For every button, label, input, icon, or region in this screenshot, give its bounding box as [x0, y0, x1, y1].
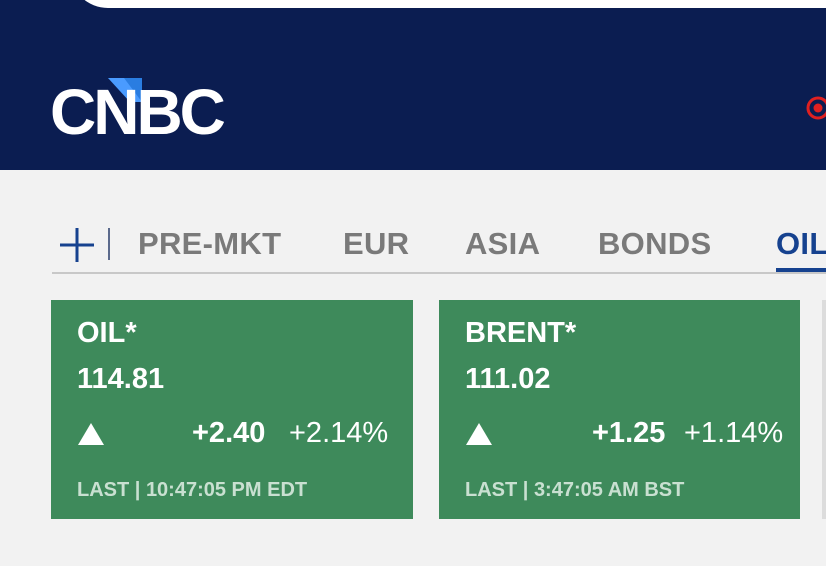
tab-divider: [108, 228, 110, 260]
quote-price: 114.81: [77, 363, 165, 395]
last-label: LAST: [465, 479, 518, 501]
tab-eur[interactable]: EUR: [343, 224, 409, 264]
quote-change-percent: +1.14%: [684, 417, 784, 449]
quote-change: +1.25: [592, 417, 666, 449]
tab-bonds[interactable]: BONDS: [598, 224, 711, 264]
tab-oil[interactable]: OIL: [776, 224, 826, 264]
add-tab-button[interactable]: [58, 226, 96, 264]
up-arrow-icon: [77, 422, 105, 446]
tab-asia[interactable]: ASIA: [465, 224, 540, 264]
plus-icon: [60, 228, 94, 262]
quote-card-oil[interactable]: OIL* 114.81 +2.40 +2.14% LAST | 10:47:05…: [51, 300, 413, 519]
up-arrow-icon: [465, 422, 493, 446]
quote-last-updated: LAST | 10:47:05 PM EDT: [77, 479, 308, 501]
peacock-logo-icon: CNBC: [50, 76, 228, 140]
quote-price: 111.02: [465, 363, 551, 395]
quote-last-updated: LAST | 3:47:05 AM BST: [465, 479, 685, 501]
last-time: 3:47:05 AM BST: [533, 479, 685, 501]
last-time: 10:47:05 PM EDT: [145, 479, 308, 501]
quote-card-brent[interactable]: BRENT* 111.02 +1.25 +1.14% LAST | 3:47:0…: [439, 300, 800, 519]
quote-change-percent: +2.14%: [289, 417, 389, 449]
site-header: CNBC: [0, 0, 826, 170]
quote-change: +2.40: [192, 417, 266, 449]
app-root: CNBC PRE-MKT EUR ASIA BONDS OIL OIL* 114…: [0, 0, 826, 566]
quote-symbol: OIL*: [77, 317, 137, 349]
next-quote-card-peek[interactable]: [822, 300, 826, 519]
tabs-divider-line: [52, 272, 826, 274]
tab-pre-mkt[interactable]: PRE-MKT: [138, 224, 281, 264]
top-sheet: [70, 0, 826, 8]
cnbc-logo[interactable]: CNBC: [50, 74, 250, 140]
last-label: LAST: [77, 479, 130, 501]
market-tabs: PRE-MKT EUR ASIA BONDS OIL: [52, 222, 826, 274]
svg-text:CNBC: CNBC: [50, 76, 225, 140]
quote-symbol: BRENT*: [465, 317, 577, 349]
live-indicator-icon[interactable]: [806, 96, 826, 120]
